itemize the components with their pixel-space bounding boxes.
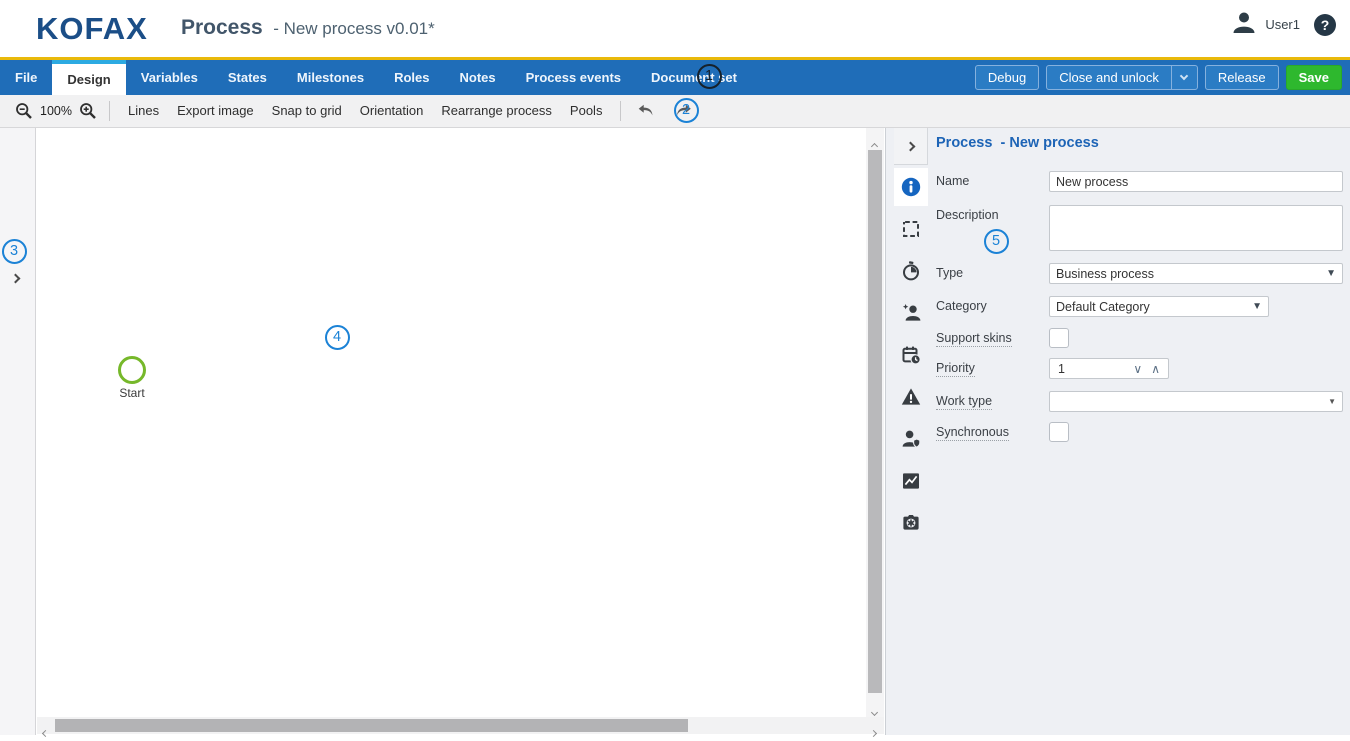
- tab-info-icon[interactable]: [894, 168, 928, 206]
- name-label: Name: [936, 174, 969, 188]
- start-node[interactable]: Start: [102, 356, 162, 400]
- type-label: Type: [936, 266, 963, 280]
- description-label: Description: [936, 208, 999, 222]
- field-row-type: Type Business process ▼: [936, 263, 1343, 284]
- save-button[interactable]: Save: [1286, 65, 1342, 90]
- category-select[interactable]: Default Category ▼: [1049, 296, 1269, 317]
- expand-palette-chevron-icon[interactable]: [12, 269, 19, 287]
- properties-panel: Process - New process Name Description T…: [885, 128, 1350, 735]
- snap-to-grid-button[interactable]: Snap to grid: [263, 95, 351, 127]
- tab-milestones[interactable]: Milestones: [282, 60, 379, 95]
- menu-bar: File Design Variables States Milestones …: [0, 60, 1350, 95]
- kofax-logo: KOFAX: [36, 11, 148, 47]
- tab-stopwatch-icon[interactable]: [894, 252, 928, 290]
- synchronous-checkbox[interactable]: [1049, 422, 1069, 442]
- rearrange-process-button[interactable]: Rearrange process: [432, 95, 561, 127]
- tab-selection-frame-icon[interactable]: [894, 210, 928, 248]
- tab-camera-settings-icon[interactable]: [894, 504, 928, 542]
- debug-button[interactable]: Debug: [975, 65, 1039, 90]
- lines-button[interactable]: Lines: [119, 95, 168, 127]
- horizontal-scrollbar-thumb[interactable]: [55, 719, 688, 732]
- annotation-2: 2: [674, 98, 699, 123]
- start-node-circle-icon: [118, 356, 146, 384]
- export-image-button[interactable]: Export image: [168, 95, 263, 127]
- synchronous-label: Synchronous: [936, 425, 1009, 441]
- design-canvas[interactable]: Start: [37, 128, 866, 717]
- user-area[interactable]: User1 ?: [1231, 10, 1336, 39]
- support-skins-label: Support skins: [936, 331, 1012, 347]
- annotation-3: 3: [2, 239, 27, 264]
- panel-title: Process - New process: [936, 135, 1099, 151]
- window-title: Process - New process v0.01*: [181, 16, 435, 40]
- dropdown-arrow-icon: ▼: [1326, 269, 1336, 279]
- field-row-priority: Priority 1 ∨ ∧: [936, 358, 1343, 379]
- panel-icon-strip: [894, 168, 928, 546]
- collapse-panel-chevron-icon[interactable]: [894, 128, 928, 165]
- scroll-left-icon[interactable]: [43, 723, 48, 741]
- priority-increment-icon[interactable]: ∧: [1151, 362, 1160, 376]
- close-and-unlock-dropdown[interactable]: [1171, 66, 1197, 89]
- tab-states[interactable]: States: [213, 60, 282, 95]
- work-type-select[interactable]: ▼: [1049, 391, 1343, 412]
- toolbar-separator: [620, 101, 621, 121]
- dropdown-arrow-icon: ▼: [1328, 398, 1336, 406]
- annotation-5: 5: [984, 229, 1009, 254]
- tab-warning-icon[interactable]: [894, 378, 928, 416]
- zoom-out-icon[interactable]: [12, 99, 36, 123]
- support-skins-checkbox[interactable]: [1049, 328, 1069, 348]
- tab-person-shield-icon[interactable]: [894, 420, 928, 458]
- vertical-scrollbar-thumb[interactable]: [868, 150, 882, 693]
- priority-decrement-icon[interactable]: ∨: [1133, 362, 1142, 376]
- zoom-level: 100%: [40, 104, 72, 118]
- tab-document-set[interactable]: Document set: [636, 60, 752, 95]
- chevron-down-icon: [1180, 72, 1188, 80]
- tab-strip: File Design Variables States Milestones …: [0, 60, 752, 95]
- priority-value: 1: [1058, 362, 1065, 376]
- tab-roles[interactable]: Roles: [379, 60, 444, 95]
- start-node-label: Start: [102, 386, 162, 400]
- help-icon[interactable]: ?: [1314, 14, 1336, 36]
- priority-spinner[interactable]: 1 ∨ ∧: [1049, 358, 1169, 379]
- close-and-unlock-button[interactable]: Close and unlock: [1047, 66, 1171, 89]
- field-row-work-type: Work type ▼: [936, 391, 1343, 412]
- annotation-1: 1: [697, 64, 722, 89]
- tab-variables[interactable]: Variables: [126, 60, 213, 95]
- annotation-4: 4: [325, 325, 350, 350]
- name-input[interactable]: [1049, 171, 1343, 192]
- toolbar-separator: [109, 101, 110, 121]
- left-palette-collapsed: [0, 128, 36, 735]
- tab-design[interactable]: Design: [52, 60, 125, 95]
- app-header: KOFAX Process - New process v0.01* User1…: [0, 0, 1350, 57]
- description-textarea[interactable]: [1049, 205, 1343, 251]
- user-icon: [1231, 10, 1257, 39]
- orientation-button[interactable]: Orientation: [351, 95, 433, 127]
- tab-add-person-icon[interactable]: [894, 294, 928, 332]
- canvas-vertical-scrollbar[interactable]: [866, 128, 884, 717]
- tab-calendar-clock-icon[interactable]: [894, 336, 928, 374]
- dropdown-arrow-icon: ▼: [1252, 302, 1262, 312]
- pools-button[interactable]: Pools: [561, 95, 612, 127]
- tab-line-chart-icon[interactable]: [894, 462, 928, 500]
- release-button[interactable]: Release: [1205, 65, 1279, 90]
- category-label: Category: [936, 299, 987, 313]
- zoom-in-icon[interactable]: [76, 99, 100, 123]
- type-select[interactable]: Business process ▼: [1049, 263, 1343, 284]
- product-title: Process: [181, 16, 263, 39]
- field-row-category: Category Default Category ▼: [936, 296, 1343, 317]
- scroll-right-icon[interactable]: [871, 723, 876, 741]
- work-type-label: Work type: [936, 394, 992, 410]
- user-name: User1: [1265, 17, 1300, 32]
- tab-file[interactable]: File: [0, 60, 52, 95]
- priority-label: Priority: [936, 361, 975, 377]
- canvas-horizontal-scrollbar[interactable]: [37, 717, 884, 734]
- category-select-value: Default Category: [1056, 300, 1150, 314]
- tab-process-events[interactable]: Process events: [511, 60, 636, 95]
- undo-icon[interactable]: [634, 99, 658, 123]
- menu-actions: Debug Close and unlock Release Save: [975, 65, 1342, 90]
- type-select-value: Business process: [1056, 267, 1154, 281]
- tab-notes[interactable]: Notes: [444, 60, 510, 95]
- close-and-unlock-split-button: Close and unlock: [1046, 65, 1198, 90]
- document-title: - New process v0.01*: [273, 19, 435, 38]
